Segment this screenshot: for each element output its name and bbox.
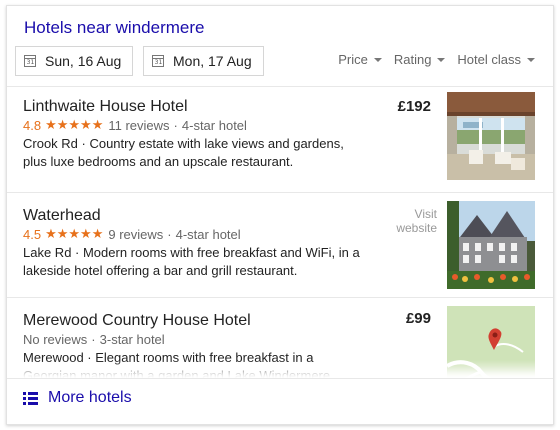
hotel-class: 3-star hotel <box>99 332 165 347</box>
reviews-link[interactable]: 9 reviews <box>108 227 163 242</box>
rating-filter-label: Rating <box>393 52 432 67</box>
hotel-listing-linthwaite[interactable]: Linthwaite House Hotel 4.8 ★★★★★ 11 revi… <box>7 87 553 191</box>
more-hotels-bar: More hotels <box>7 378 553 424</box>
star-rating-icon: ★★★★★ <box>45 118 104 133</box>
checkin-date-picker[interactable]: 31 Sun, 16 Aug <box>15 46 133 76</box>
hotel-meta: No reviews · 3-star hotel <box>23 332 165 347</box>
visit-website-link[interactable]: Visit website <box>377 207 437 235</box>
hotel-class-filter[interactable]: Hotel class <box>457 52 535 67</box>
more-hotels-button[interactable]: More hotels <box>23 389 132 407</box>
hotel-results-card: Hotels near windermere 31 Sun, 16 Aug 31… <box>6 5 554 425</box>
list-icon <box>23 391 38 405</box>
calendar-icon: 31 <box>152 55 164 67</box>
hotel-name[interactable]: Merewood Country House Hotel <box>23 312 251 330</box>
calendar-icon: 31 <box>24 55 36 67</box>
hotel-meta: 4.8 ★★★★★ 11 reviews · 4-star hotel <box>23 118 247 133</box>
checkin-date-label: Sun, 16 Aug <box>45 53 122 69</box>
hotel-class: 4-star hotel <box>175 227 241 242</box>
visit-website-label: website <box>396 221 437 235</box>
visit-website-label: Visit <box>414 207 437 221</box>
hotels-header-link[interactable]: Hotels near windermere <box>24 18 204 38</box>
checkout-date-picker[interactable]: 31 Mon, 17 Aug <box>143 46 264 76</box>
rating-value: 4.8 <box>23 118 42 133</box>
more-hotels-label: More hotels <box>48 389 132 406</box>
hotel-description: Crook Rd · Country estate with lake view… <box>23 136 344 169</box>
hotel-meta: 4.5 ★★★★★ 9 reviews · 4-star hotel <box>23 227 241 242</box>
star-rating-icon: ★★★★★ <box>45 227 104 242</box>
hotel-price: £192 <box>397 98 431 115</box>
reviews-link[interactable]: No reviews <box>23 332 87 347</box>
filter-bar: Price Rating Hotel class <box>326 52 553 67</box>
hotel-photo-image <box>447 92 535 180</box>
hotel-class-filter-label: Hotel class <box>457 52 521 67</box>
chevron-down-icon <box>373 57 382 62</box>
price-filter[interactable]: Price <box>338 52 382 67</box>
chevron-down-icon <box>527 57 535 62</box>
price-filter-label: Price <box>338 52 368 67</box>
hotel-listing-waterhead[interactable]: Waterhead 4.5 ★★★★★ 9 reviews · 4-star h… <box>7 193 553 297</box>
hotel-photo[interactable] <box>447 201 535 289</box>
checkout-date-label: Mon, 17 Aug <box>173 53 252 69</box>
reviews-link[interactable]: 11 reviews <box>108 118 169 133</box>
hotel-photo[interactable] <box>447 92 535 180</box>
hotel-name[interactable]: Linthwaite House Hotel <box>23 98 188 116</box>
hotel-price: £99 <box>405 310 431 327</box>
divider <box>7 378 553 379</box>
hotel-photo-image <box>447 201 535 289</box>
hotel-name[interactable]: Waterhead <box>23 207 101 225</box>
rating-filter[interactable]: Rating <box>394 52 446 67</box>
hotel-class: 4-star hotel <box>181 118 247 133</box>
rating-value: 4.5 <box>23 227 42 242</box>
chevron-down-icon <box>437 57 446 62</box>
hotel-description: Lake Rd · Modern rooms with free breakfa… <box>23 245 360 278</box>
